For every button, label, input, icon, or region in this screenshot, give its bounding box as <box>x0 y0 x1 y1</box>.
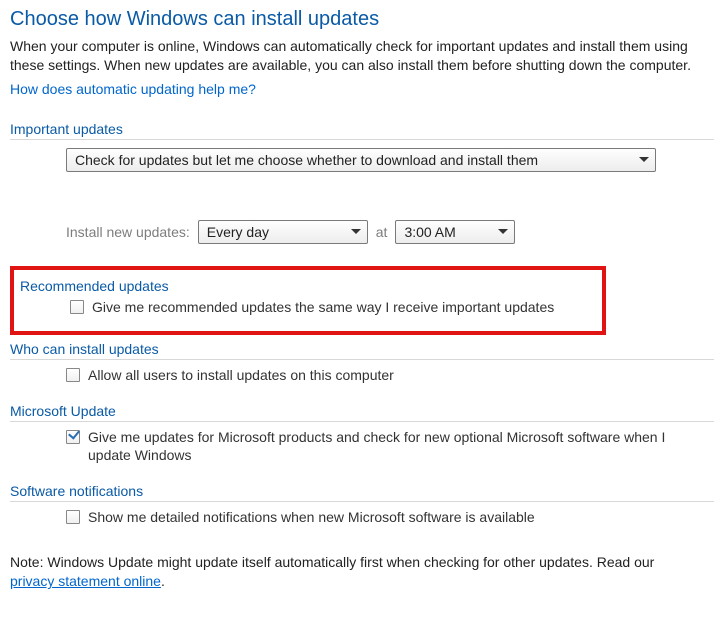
section-who-install: Who can install updates <box>10 341 714 357</box>
recommended-checkbox-label: Give me recommended updates the same way… <box>92 298 554 317</box>
frequency-dropdown[interactable]: Every day <box>198 220 368 244</box>
divider <box>10 421 714 422</box>
allow-all-users-checkbox[interactable] <box>66 368 80 382</box>
important-updates-value: Check for updates but let me choose whet… <box>75 152 538 168</box>
section-important-updates: Important updates <box>10 121 714 137</box>
help-link[interactable]: How does automatic updating help me? <box>10 81 256 97</box>
intro-text: When your computer is online, Windows ca… <box>10 37 710 75</box>
chevron-down-icon <box>351 229 361 234</box>
section-recommended-updates: Recommended updates <box>20 278 602 294</box>
software-notify-checkbox[interactable] <box>66 510 80 524</box>
section-microsoft-update: Microsoft Update <box>10 403 714 419</box>
time-dropdown[interactable]: 3:00 AM <box>395 220 515 244</box>
divider <box>10 501 714 502</box>
section-software-notifications: Software notifications <box>10 483 714 499</box>
allow-all-users-label: Allow all users to install updates on th… <box>88 366 394 385</box>
note-prefix: Note: Windows Update might update itself… <box>10 554 654 570</box>
recommended-highlight: Recommended updates Give me recommended … <box>10 266 606 335</box>
frequency-value: Every day <box>207 224 269 240</box>
important-updates-dropdown[interactable]: Check for updates but let me choose whet… <box>66 148 656 172</box>
ms-update-checkbox[interactable] <box>66 430 80 444</box>
privacy-link[interactable]: privacy statement online <box>10 572 161 591</box>
ms-update-label: Give me updates for Microsoft products a… <box>88 428 688 466</box>
time-value: 3:00 AM <box>404 224 455 240</box>
page-title: Choose how Windows can install updates <box>10 8 714 31</box>
schedule-label: Install new updates: <box>66 224 190 240</box>
at-label: at <box>376 224 388 240</box>
software-notify-label: Show me detailed notifications when new … <box>88 508 535 527</box>
recommended-checkbox[interactable] <box>70 300 84 314</box>
divider <box>10 359 714 360</box>
footer-note: Note: Windows Update might update itself… <box>10 553 714 591</box>
divider <box>10 139 714 140</box>
chevron-down-icon <box>498 229 508 234</box>
chevron-down-icon <box>639 157 649 162</box>
note-suffix: . <box>161 573 165 589</box>
